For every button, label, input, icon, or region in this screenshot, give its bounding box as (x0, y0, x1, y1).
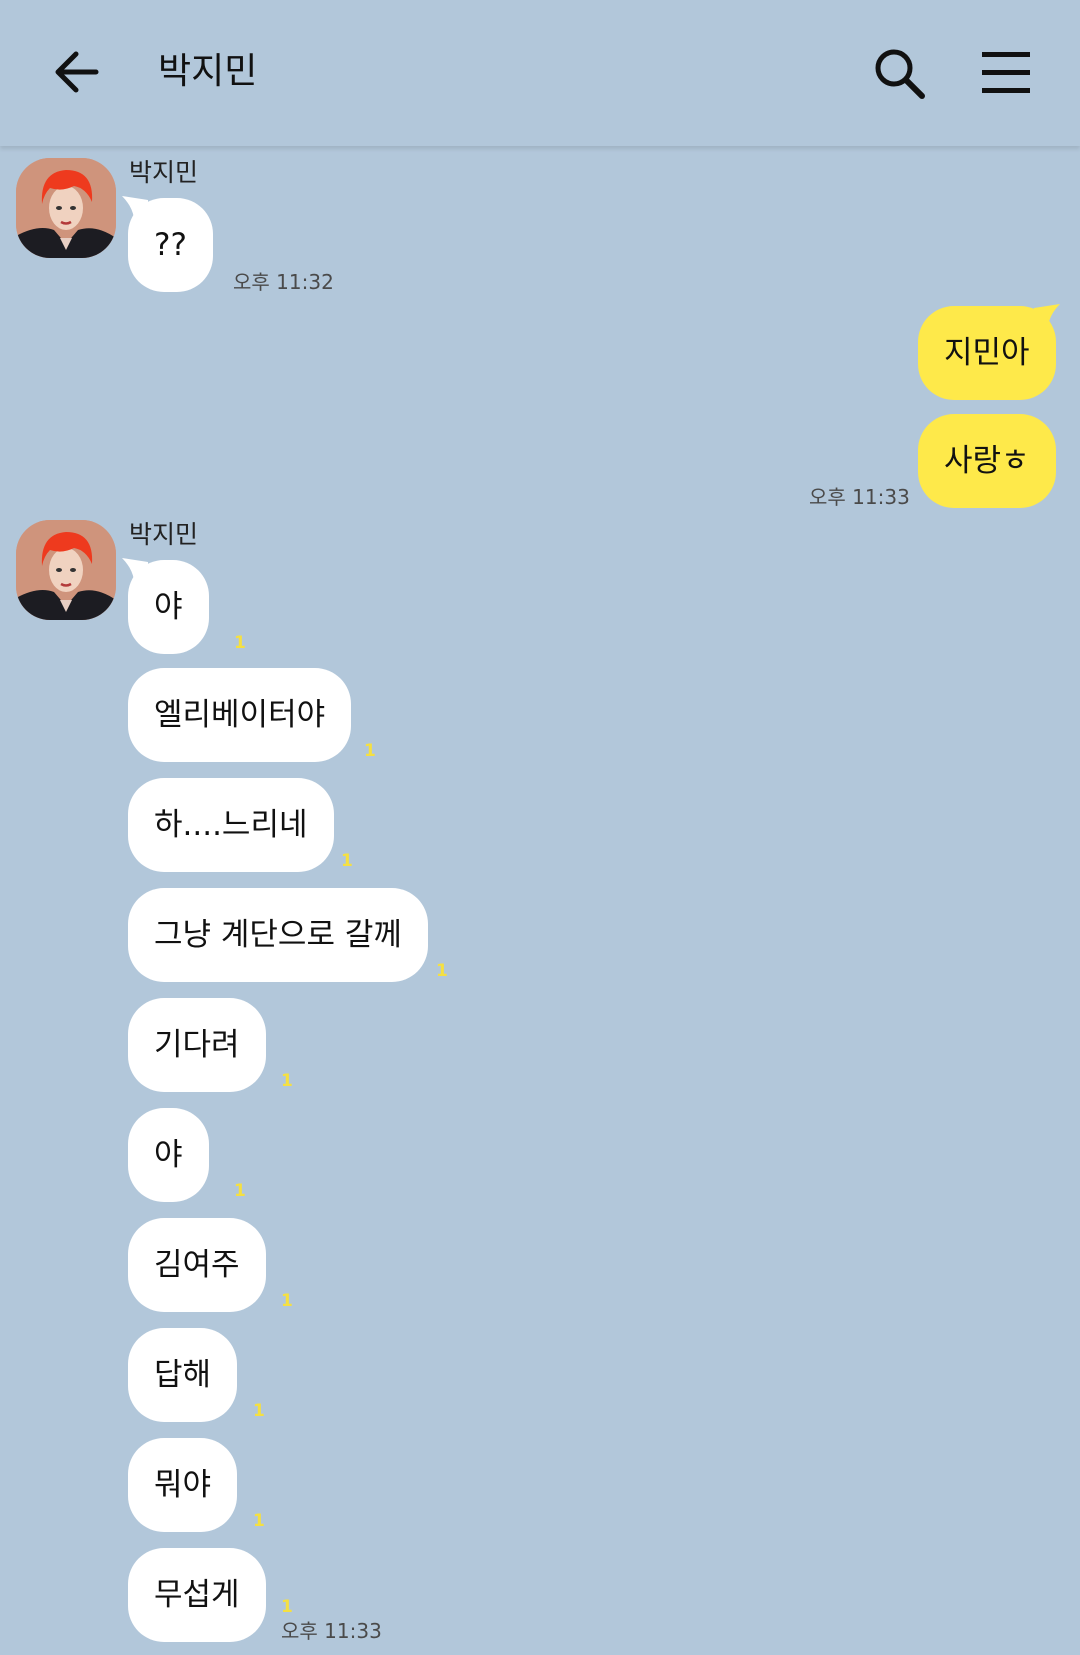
message-timestamp: 오후 11:33 (281, 1619, 382, 1643)
message-bubble[interactable]: 김여주 (128, 1218, 266, 1312)
message-bubble-sent[interactable]: 지민아 (918, 306, 1056, 400)
avatar-photo (16, 158, 116, 258)
chat-title: 박지민 (158, 51, 258, 92)
message-bubble[interactable]: 기다려 (128, 998, 266, 1092)
arrow-left-icon (55, 51, 99, 93)
unread-count: 1 (234, 1181, 246, 1201)
message-bubble[interactable]: ?? (128, 198, 213, 292)
message-bubble[interactable]: 그냥 계단으로 갈께 (128, 888, 428, 982)
avatar-photo (16, 520, 116, 620)
message-bubble[interactable]: 야 (128, 1108, 209, 1202)
chat-header: 박지민 (0, 0, 1080, 146)
unread-count: 1 (281, 1071, 293, 1091)
message-bubble[interactable]: 엘리베이터야 (128, 668, 352, 762)
unread-count: 1 (364, 741, 376, 761)
message-timestamp: 오후 11:32 (233, 270, 334, 294)
menu-button[interactable] (980, 48, 1032, 98)
message-timestamp: 오후 11:33 (809, 485, 910, 509)
sender-avatar[interactable] (16, 520, 116, 620)
unread-count: 1 (253, 1401, 265, 1421)
message-bubble[interactable]: 무섭게 (128, 1548, 266, 1642)
unread-count: 1 (234, 633, 246, 653)
sender-name: 박지민 (129, 158, 199, 187)
message-bubble-sent[interactable]: 사랑ㅎ (918, 414, 1056, 508)
message-bubble[interactable]: 야 (128, 560, 209, 654)
message-bubble[interactable]: 뭐야 (128, 1438, 238, 1532)
sender-name: 박지민 (129, 520, 199, 549)
search-icon (875, 49, 925, 99)
message-bubble[interactable]: 하....느리네 (128, 778, 334, 872)
unread-count: 1 (281, 1291, 293, 1311)
search-button[interactable] (870, 44, 930, 104)
unread-count: 1 (253, 1511, 265, 1531)
back-button[interactable] (48, 44, 108, 100)
unread-count: 1 (436, 961, 448, 981)
message-bubble[interactable]: 답해 (128, 1328, 238, 1422)
unread-count: 1 (281, 1597, 293, 1617)
unread-count: 1 (341, 851, 353, 871)
sender-avatar[interactable] (16, 158, 116, 258)
hamburger-menu-icon (982, 52, 1030, 93)
